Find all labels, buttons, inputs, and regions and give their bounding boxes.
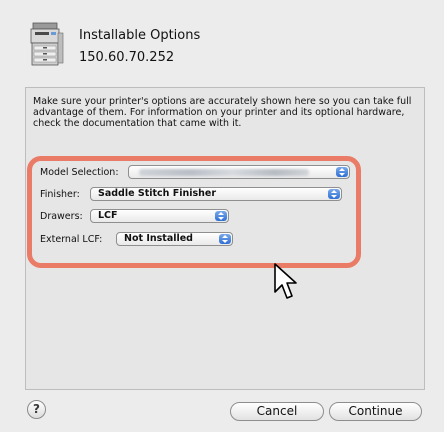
mouse-pointer-icon xyxy=(274,263,297,299)
installable-options-dialog: Installable Options 150.60.70.252 Make s… xyxy=(0,0,444,432)
options-highlight xyxy=(27,156,361,268)
options-description: Make sure your printer's options are acc… xyxy=(33,96,412,129)
printer-ip-address: 150.60.70.252 xyxy=(79,50,175,65)
printer-icon xyxy=(30,22,64,66)
continue-button[interactable]: Continue xyxy=(329,402,422,421)
cancel-button[interactable]: Cancel xyxy=(230,402,324,421)
dialog-title: Installable Options xyxy=(79,28,201,43)
help-button[interactable]: ? xyxy=(27,400,46,419)
